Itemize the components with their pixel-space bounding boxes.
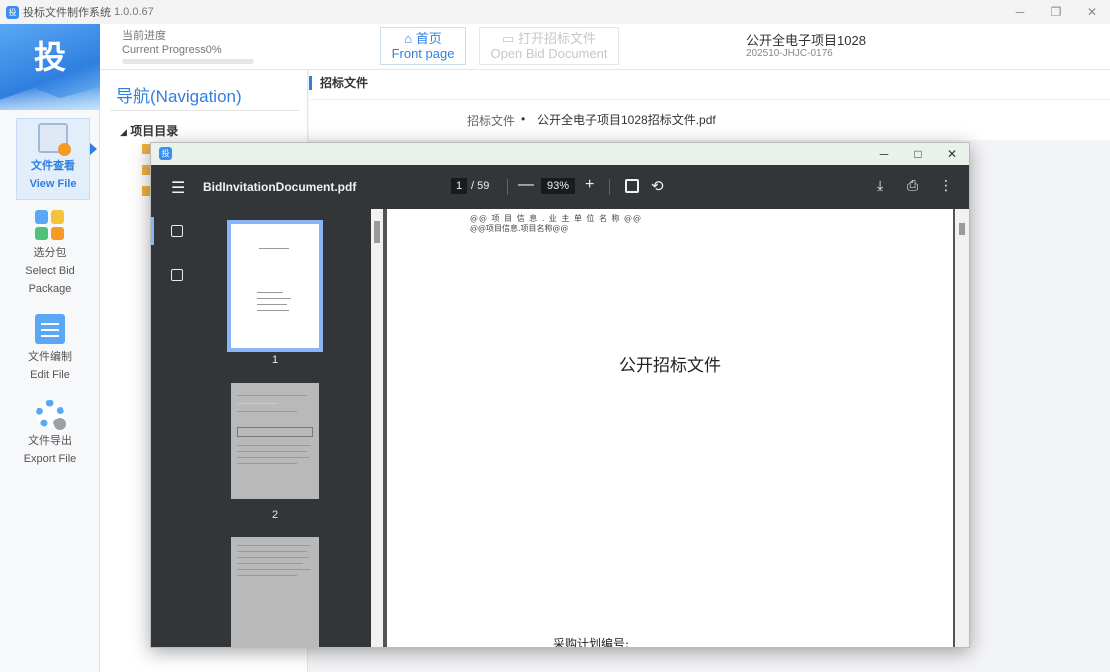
project-name: 公开全电子项目1028 xyxy=(746,33,866,48)
pdf-filename: BidInvitationDocument.pdf xyxy=(203,180,357,194)
home-button[interactable]: ⌂ 首页 Front page xyxy=(380,27,466,65)
close-icon[interactable]: ✕ xyxy=(1074,0,1110,24)
sidebar-item-edit-file[interactable]: 文件编制 Edit File xyxy=(0,314,100,384)
menu-icon[interactable]: ☰ xyxy=(171,178,185,198)
app-title: 投标文件制作系统 xyxy=(23,7,111,19)
divider xyxy=(110,110,300,111)
breadcrumb-item[interactable]: 招标文件 xyxy=(467,112,515,129)
page-thumbnail-2[interactable] xyxy=(231,383,319,499)
app-logo: 投 xyxy=(0,24,100,110)
minimize-icon[interactable]: ─ xyxy=(867,143,901,165)
active-tab-indicator xyxy=(151,217,154,245)
page-total: / 59 xyxy=(471,180,490,192)
print-icon[interactable]: ⎙ xyxy=(907,177,918,194)
pdf-window-controls: ─ □ ✕ xyxy=(867,143,969,165)
minimize-icon[interactable]: ─ xyxy=(1002,0,1038,24)
maximize-icon[interactable]: □ xyxy=(901,143,935,165)
pdf-page: @@ 项 目 信 息 . 业 主 单 位 名 称 @@ @@项目信息.项目名称@… xyxy=(387,209,953,647)
progress-bar xyxy=(122,59,254,64)
tree-root-project-directory[interactable]: ◢ 项目目录 xyxy=(120,122,178,139)
file-view-icon xyxy=(38,123,71,156)
thumbnail-panel: 1 2 xyxy=(199,209,383,647)
thumbnail-label: 1 xyxy=(271,354,279,366)
left-sidebar: 投 文件查看 View File 选分包 Select Bid Package … xyxy=(0,24,100,672)
pdf-toolbar: ☰ BidInvitationDocument.pdf 1 / 59 — 93%… xyxy=(151,165,969,209)
home-icon: ⌂ xyxy=(404,31,413,46)
page-footer-text: 采购计划编号: xyxy=(553,637,630,647)
sidebar-item-select-package[interactable]: 选分包 Select Bid Package xyxy=(0,210,100,298)
toolbar-divider xyxy=(507,179,508,195)
edit-file-icon xyxy=(35,314,65,344)
app-title-bar: 投 投标文件制作系统 1.0.0.67 ─ ❐ ✕ xyxy=(0,0,1110,24)
window-controls: ─ ❐ ✕ xyxy=(1002,0,1110,24)
folder-icon[interactable] xyxy=(142,144,150,154)
download-icon[interactable]: ⤓ xyxy=(877,177,883,194)
pdf-page-view: @@ 项 目 信 息 . 业 主 单 位 名 称 @@ @@项目信息.项目名称@… xyxy=(383,209,969,647)
top-header: 当前进度 Current Progress0% ⌂ 首页 Front page … xyxy=(100,24,1110,70)
navigation-title: 导航(Navigation) xyxy=(116,87,242,106)
close-icon[interactable]: ✕ xyxy=(935,143,969,165)
export-file-icon xyxy=(36,400,66,430)
toolbar-divider xyxy=(609,179,610,195)
tree-expand-icon: ◢ xyxy=(120,127,127,137)
logo-wave xyxy=(0,86,100,110)
folder-icon[interactable] xyxy=(142,186,150,196)
app-logo-icon: 投 xyxy=(6,5,19,19)
restore-icon[interactable]: ❐ xyxy=(1038,0,1074,24)
folder-icon[interactable] xyxy=(142,165,150,175)
scroll-thumb[interactable] xyxy=(374,221,380,243)
sidebar-item-view-file[interactable]: 文件查看 View File xyxy=(16,118,97,200)
pdf-viewer-window: 投 ─ □ ✕ ☰ BidInvitationDocument.pdf 1 / … xyxy=(150,142,970,648)
breadcrumb: 招标文件 • 公开全电子项目1028招标文件.pdf xyxy=(309,100,1110,140)
breadcrumb-current-file: 公开全电子项目1028招标文件.pdf xyxy=(537,113,716,127)
zoom-in-icon[interactable]: + xyxy=(585,176,594,194)
sidebar-item-export-file[interactable]: 文件导出 Export File xyxy=(0,400,100,468)
fit-to-page-icon[interactable] xyxy=(625,179,639,193)
thumbnails-icon[interactable] xyxy=(171,225,183,237)
more-options-icon[interactable]: ⋮ xyxy=(939,177,953,194)
outline-icon[interactable] xyxy=(171,269,183,281)
page-number-input[interactable]: 1 xyxy=(451,178,467,194)
thumbnail-scrollbar[interactable] xyxy=(371,209,383,647)
page-header-line: @@项目信息.项目名称@@ xyxy=(470,224,569,233)
pdf-sidebar-tabs xyxy=(151,209,199,647)
progress-label: 当前进度 Current Progress0% xyxy=(122,30,222,56)
project-code: 202510-JHJC-0176 xyxy=(746,48,833,59)
page-title: 公开招标文件 xyxy=(619,356,721,376)
breadcrumb-separator: • xyxy=(521,112,526,126)
select-package-icon xyxy=(35,210,65,240)
open-bid-document-button[interactable]: ▭ 打开招标文件 Open Bid Document xyxy=(479,27,619,65)
scroll-thumb[interactable] xyxy=(959,223,965,235)
content-header: 招标文件 xyxy=(309,70,1110,100)
pdf-window-titlebar: 投 ─ □ ✕ xyxy=(151,143,969,165)
zoom-input[interactable]: 93% xyxy=(541,178,575,194)
rotate-icon[interactable]: ⟲ xyxy=(651,177,664,195)
page-thumbnail-3[interactable] xyxy=(231,537,319,647)
folder-open-icon: ▭ xyxy=(502,31,515,46)
page-thumbnail-1[interactable] xyxy=(227,220,323,352)
content-title: 招标文件 xyxy=(309,76,368,90)
app-version: 1.0.0.67 xyxy=(114,6,154,18)
page-scrollbar[interactable] xyxy=(955,209,969,647)
pdf-app-icon: 投 xyxy=(159,147,172,160)
zoom-out-icon[interactable]: — xyxy=(518,176,534,194)
thumbnail-label: 2 xyxy=(271,509,279,521)
